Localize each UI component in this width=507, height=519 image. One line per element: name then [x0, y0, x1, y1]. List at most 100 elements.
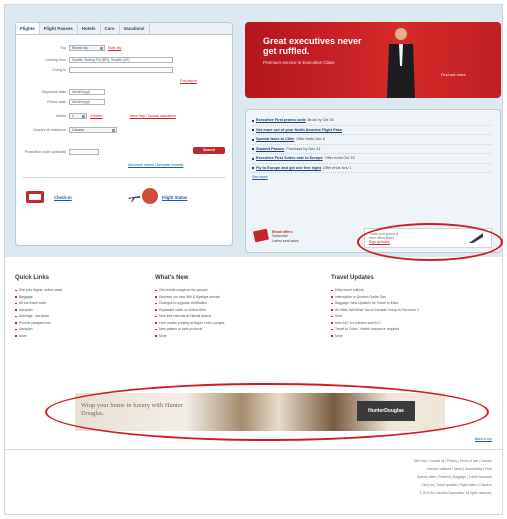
panel-divider	[22, 177, 226, 178]
travel-updates-heading: Travel Updates	[331, 275, 374, 281]
promo-title[interactable]: Fly to Europe and get one free night	[256, 166, 321, 171]
trip-row: Trip Round trip Multi city	[22, 45, 121, 51]
footer-divider	[5, 449, 502, 450]
flight-status-icon[interactable]	[142, 188, 158, 204]
footer-line[interactable]: Special offers | Partners | Baggage | Tr…	[232, 473, 492, 481]
going-to-input[interactable]	[69, 67, 173, 73]
list-item[interactable]: More	[15, 333, 145, 340]
page-frame: Flights Flight Passes Hotels Cars Vacati…	[4, 4, 503, 515]
footer-line[interactable]: Investor relations | Media | Accessibili…	[232, 465, 492, 473]
check-in-row: Check-in	[54, 195, 72, 200]
trip-label: Trip	[59, 46, 66, 50]
going-to-row: Going to	[22, 67, 173, 73]
more-row: See more	[252, 173, 492, 182]
quick-links-column: Quick Links See your flights, select sea…	[15, 275, 145, 339]
list-item[interactable]: Fly to Europe and get one free night Off…	[252, 164, 492, 173]
banner-cta-link[interactable]: Find out more	[441, 72, 466, 77]
whats-new-heading: What's New	[155, 275, 189, 281]
list-item[interactable]: Executive First Suites sale to Europe Of…	[252, 154, 492, 164]
return-label: Return date	[47, 100, 66, 104]
promo-text: Offer ends Oct 15	[324, 156, 355, 160]
bullet-icon	[252, 138, 254, 141]
promo-list: Executive First promo code Book by Oct 3…	[252, 116, 492, 182]
promo-title[interactable]: Executive First promo code	[256, 118, 306, 123]
departure-label: Departure date	[42, 90, 66, 94]
bullet-icon	[252, 157, 254, 160]
find-airport-row: Find airport	[180, 79, 197, 83]
leaving-from-row: Leaving from Seattle, Boeing Fld (BFI), …	[22, 57, 173, 63]
leaving-from-input[interactable]: Seattle, Boeing Fld (BFI), Seattle (US)	[69, 57, 173, 63]
tab-cars[interactable]: Cars	[101, 23, 120, 34]
tab-hotels[interactable]: Hotels	[78, 23, 101, 34]
email-offers[interactable]: Email offers Subscribe Latest seat sales	[272, 230, 299, 243]
country-select[interactable]: Canada	[69, 127, 117, 133]
check-in-icon[interactable]	[26, 191, 44, 203]
passengers-row: Adults 1 Children Need help? Special ass…	[22, 113, 176, 119]
leaving-from-label: Leaving from	[45, 58, 66, 62]
return-date-input[interactable]: dd/mm/yyyy	[69, 99, 105, 105]
country-row: Country of residence Canada	[22, 127, 117, 133]
whats-new-list: Get mobile usage on the ground Discover …	[155, 287, 315, 339]
whats-new-column: What's New Get mobile usage on the groun…	[155, 275, 315, 339]
footer-copyright: © 2010 Air Canada Corporation. All right…	[419, 491, 492, 495]
list-item[interactable]: Executive First promo code Book by Oct 3…	[252, 116, 492, 126]
promo-title[interactable]: Executive First Suites sale to Europe	[256, 156, 323, 161]
banner-subtext: Premium service in Executive Class	[263, 60, 335, 65]
bullet-icon	[252, 148, 254, 150]
promo-text: Offer ends Nov 1	[322, 165, 352, 170]
list-item[interactable]: Student Passes Purchase by Dec 31	[252, 145, 492, 154]
list-item[interactable]: Get more out of your North America Fligh…	[252, 126, 492, 135]
departure-date-input[interactable]: dd/mm/yyyy	[69, 89, 105, 95]
multi-city-link[interactable]: Multi city	[108, 46, 121, 50]
find-airport-link[interactable]: Find airport	[180, 79, 197, 83]
promo-title[interactable]: Special fares to Chile	[256, 137, 294, 142]
promo-text: Book by Oct 30	[307, 118, 334, 122]
executive-banner[interactable]: Great executives never get ruffled. Prem…	[245, 22, 501, 98]
back-to-top-link[interactable]: Back to top	[475, 437, 492, 441]
special-assistance-link[interactable]: Need help? Special assistance	[130, 114, 176, 118]
travel-updates-list: Daily travel outlook Interruption in Que…	[331, 287, 495, 339]
banner-headline: Great executives never get ruffled.	[263, 36, 362, 56]
promo-code-input[interactable]	[69, 149, 99, 155]
trip-type-select[interactable]: Round trip	[69, 45, 105, 51]
promos-more-link[interactable]: See more	[252, 175, 268, 180]
annotation-oval-visa	[357, 223, 503, 261]
flight-status-link[interactable]: Flight Status	[162, 195, 187, 200]
bullet-icon	[252, 119, 254, 122]
booking-tabs: Flights Flight Passes Hotels Cars Vacati…	[16, 23, 232, 35]
plane-icon	[128, 196, 140, 202]
promo-title[interactable]: Student Passes	[256, 147, 284, 152]
annotation-oval-ad	[45, 383, 489, 441]
travel-updates-column: Travel Updates Daily travel outlook Inte…	[331, 275, 495, 339]
list-item[interactable]: More	[331, 333, 495, 340]
search-button[interactable]: Search	[193, 147, 225, 154]
check-in-link[interactable]: Check-in	[54, 195, 72, 200]
tab-flights[interactable]: Flights	[16, 23, 40, 34]
list-item[interactable]: Special fares to Chile Offer ends Nov 8	[252, 135, 492, 145]
footer-line[interactable]: Site map | Contact us | Privacy | Terms …	[232, 457, 492, 465]
tab-flight-passes[interactable]: Flight Passes	[40, 23, 78, 34]
promo-text: Offer ends Nov 8	[296, 137, 326, 141]
departure-row: Departure date dd/mm/yyyy	[22, 89, 105, 95]
bullet-icon	[252, 167, 254, 169]
quick-links-heading: Quick Links	[15, 275, 50, 281]
email-offers-subtext: Latest seat sales	[272, 238, 299, 243]
flight-status-row: Flight Status	[162, 195, 187, 200]
email-offers-icon[interactable]	[253, 228, 269, 243]
adults-select[interactable]: 1	[69, 113, 87, 119]
info-columns: Quick Links See your flights, select sea…	[15, 275, 495, 395]
promo-code-label: Promotion code (optional)	[24, 150, 66, 154]
advanced-search-link[interactable]: Advanced search | Aeroplan rewards	[128, 163, 183, 167]
bullet-icon	[252, 129, 254, 131]
footer-line[interactable]: Carry-on | Travel updates | Flight statu…	[232, 481, 492, 489]
search-panel: Flights Flight Passes Hotels Cars Vacati…	[15, 22, 233, 246]
promo-title[interactable]: Get more out of your North America Fligh…	[256, 128, 342, 133]
children-link[interactable]: Children	[90, 114, 103, 118]
tab-vacations[interactable]: Vacations	[120, 23, 150, 34]
businessman-image	[387, 28, 415, 98]
promo-code-row: Promotion code (optional)	[22, 149, 99, 155]
list-item[interactable]: More	[155, 333, 315, 340]
adults-label: Adults	[56, 114, 66, 118]
promo-text: Purchase by Dec 31	[286, 146, 321, 151]
footer-links: Site map | Contact us | Privacy | Terms …	[232, 457, 492, 497]
